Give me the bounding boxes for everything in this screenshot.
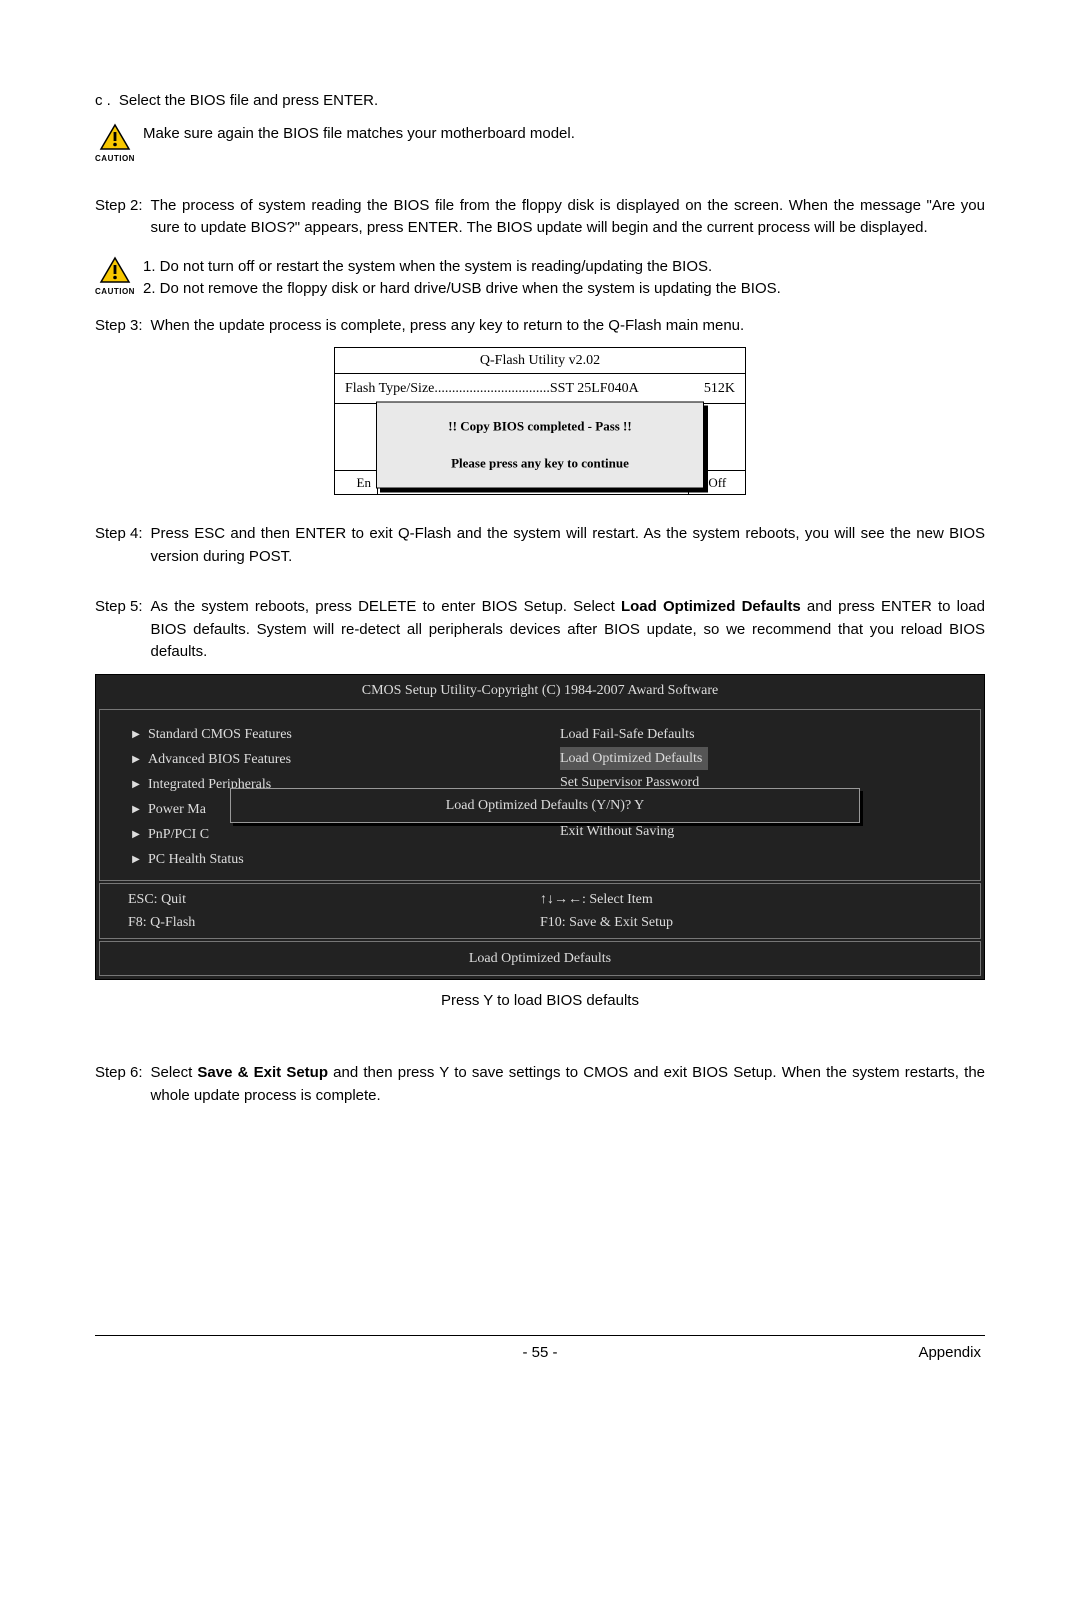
- step-3-label: Step 3:: [95, 315, 143, 338]
- caution-1: CAUTION Make sure again the BIOS file ma…: [95, 123, 985, 165]
- qflash-footer-left: En: [334, 470, 378, 496]
- step-4: Step 4: Press ESC and then ENTER to exit…: [95, 523, 985, 568]
- step-5-text: As the system reboots, press DELETE to e…: [151, 596, 985, 664]
- bios-left-item: Power Ma: [148, 799, 206, 820]
- step-c-label: c .: [95, 90, 111, 113]
- page-footer: - 55 - Appendix: [95, 1342, 985, 1365]
- step-5-pre: As the system reboots, press DELETE to e…: [151, 598, 621, 615]
- step-3: Step 3: When the update process is compl…: [95, 315, 985, 338]
- step-3-text: When the update process is complete, pre…: [151, 315, 985, 338]
- bios-left-item: Advanced BIOS Features: [148, 749, 291, 770]
- step-2: Step 2: The process of system reading th…: [95, 195, 985, 240]
- caution-2-line2: 2. Do not remove the floppy disk or hard…: [143, 278, 985, 301]
- qflash-popup-line2: Please press any key to continue: [385, 454, 695, 474]
- step-5-bold: Load Optimized Defaults: [621, 598, 801, 615]
- bios-footer-status: Load Optimized Defaults: [99, 941, 981, 976]
- bios-screenshot: CMOS Setup Utility-Copyright (C) 1984-20…: [95, 674, 985, 980]
- triangle-right-icon: ▶: [124, 827, 148, 842]
- triangle-right-icon: ▶: [124, 852, 148, 867]
- bios-footer-r2: F10: Save & Exit Setup: [540, 911, 952, 934]
- page-number: - 55 -: [219, 1342, 861, 1365]
- qflash-popup-line1: !! Copy BIOS completed - Pass !!: [385, 416, 695, 436]
- caution-icon: CAUTION: [95, 123, 135, 165]
- footer-rule: [95, 1335, 985, 1336]
- qflash-popup: !! Copy BIOS completed - Pass !! Please …: [376, 401, 704, 488]
- qflash-info-right: 512K: [704, 378, 735, 399]
- step-6-text: Select Save & Exit Setup and then press …: [151, 1062, 985, 1107]
- step-5-label: Step 5:: [95, 596, 143, 664]
- bios-left-item: PC Health Status: [148, 849, 244, 870]
- caution-2-text: 1. Do not turn off or restart the system…: [143, 256, 985, 301]
- triangle-right-icon: ▶: [124, 802, 148, 817]
- step-2-label: Step 2:: [95, 195, 143, 240]
- caution-1-text: Make sure again the BIOS file matches yo…: [143, 123, 985, 146]
- bios-left-item: PnP/PCI C: [148, 824, 209, 845]
- qflash-title: Q-Flash Utility v2.02: [335, 348, 745, 374]
- triangle-right-icon: ▶: [124, 777, 148, 792]
- caution-2-line1: 1. Do not turn off or restart the system…: [143, 256, 985, 279]
- bios-right-item: Load Fail-Safe Defaults: [560, 724, 695, 745]
- step-c-text: Select the BIOS file and press ENTER.: [119, 90, 985, 113]
- step-6-pre: Select: [151, 1064, 198, 1081]
- triangle-right-icon: ▶: [124, 727, 148, 742]
- bios-footer-r1: ↑↓→←: Select Item: [540, 888, 952, 911]
- caution-label: CAUTION: [95, 286, 135, 298]
- caution-label: CAUTION: [95, 153, 135, 165]
- bios-right-item: Exit Without Saving: [560, 821, 674, 842]
- caution-icon: CAUTION: [95, 256, 135, 298]
- step-c: c . Select the BIOS file and press ENTER…: [95, 90, 985, 113]
- step-4-label: Step 4:: [95, 523, 143, 568]
- qflash-info-left: Flash Type/Size.........................…: [345, 378, 639, 399]
- step-6-bold: Save & Exit Setup: [197, 1064, 328, 1081]
- step-4-text: Press ESC and then ENTER to exit Q-Flash…: [151, 523, 985, 568]
- bios-title: CMOS Setup Utility-Copyright (C) 1984-20…: [97, 676, 983, 709]
- qflash-screenshot: Q-Flash Utility v2.02 Flash Type/Size...…: [95, 347, 985, 495]
- section-name: Appendix: [861, 1342, 981, 1365]
- step-2-text: The process of system reading the BIOS f…: [151, 195, 985, 240]
- bios-prompt: Load Optimized Defaults (Y/N)? Y: [230, 788, 860, 823]
- bios-caption: Press Y to load BIOS defaults: [95, 990, 985, 1013]
- bios-main: ▶Standard CMOS Features ▶Advanced BIOS F…: [99, 709, 981, 881]
- bios-footer-l2: F8: Q-Flash: [128, 911, 540, 934]
- step-6: Step 6: Select Save & Exit Setup and the…: [95, 1062, 985, 1107]
- bios-left-item: Standard CMOS Features: [148, 724, 292, 745]
- step-5: Step 5: As the system reboots, press DEL…: [95, 596, 985, 664]
- caution-2: CAUTION 1. Do not turn off or restart th…: [95, 256, 985, 301]
- bios-right-item-highlight: Load Optimized Defaults: [560, 747, 708, 770]
- step-6-label: Step 6:: [95, 1062, 143, 1107]
- qflash-info: Flash Type/Size.........................…: [335, 374, 745, 404]
- bios-footer-l1: ESC: Quit: [128, 888, 540, 911]
- triangle-right-icon: ▶: [124, 752, 148, 767]
- bios-footer-keys: ESC: Quit F8: Q-Flash ↑↓→←: Select Item …: [99, 883, 981, 939]
